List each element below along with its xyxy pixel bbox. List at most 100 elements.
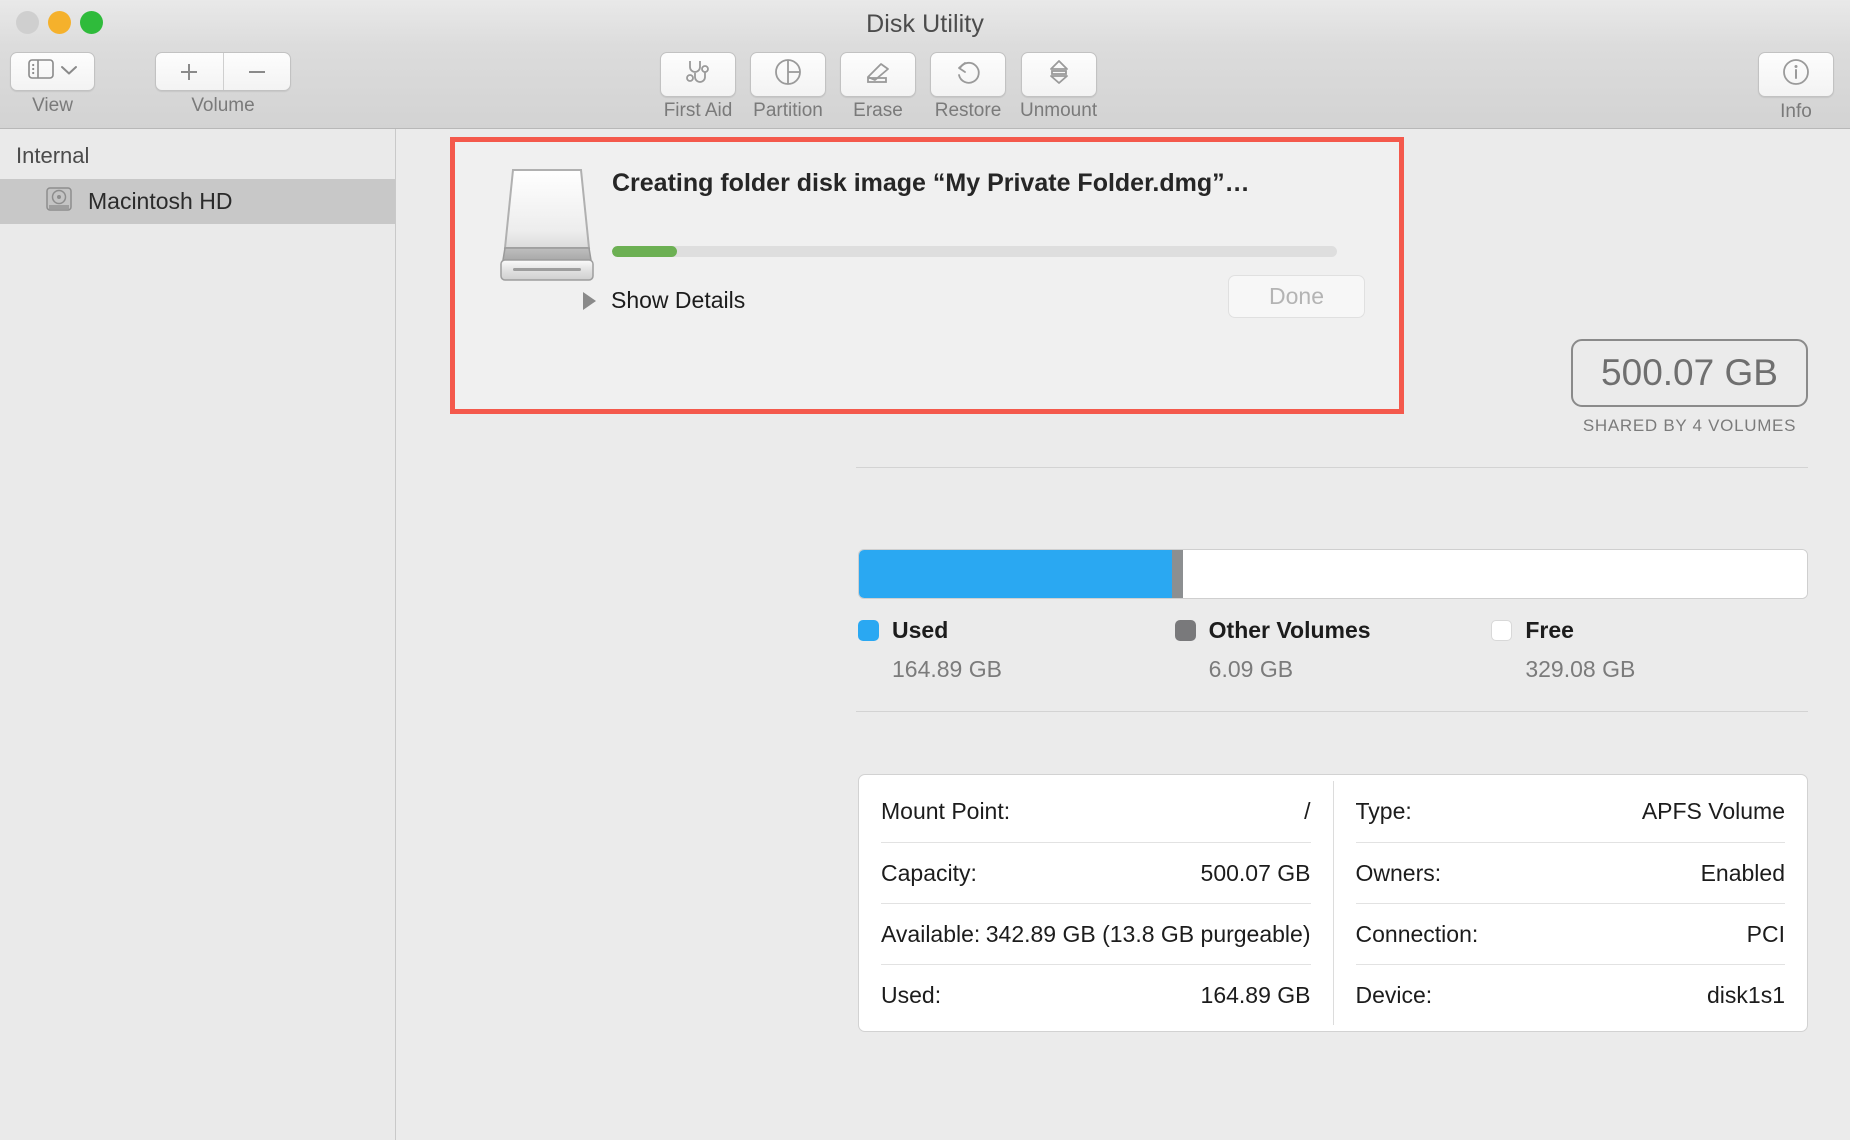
tool-partition[interactable]: Partition [750,52,826,120]
capacity-summary: 500.07 GB SHARED BY 4 VOLUMES [1571,339,1808,436]
table-row: Connection: PCI [1355,903,1785,964]
legend-item-other-volumes: Other Volumes 6.09 GB [1174,617,1492,683]
table-row: Mount Point: / [881,781,1311,842]
sidebar-section-internal: Internal [16,143,90,168]
sidebar: Internal Macintosh HD [0,129,396,1140]
remove-volume-button[interactable] [222,53,291,90]
title-bar: Disk Utility [0,0,1850,46]
toolbar-tools: First Aid Partition Erase Restore Unmoun… [660,52,1097,120]
info-key: Device: [1355,981,1433,1008]
erase-button[interactable] [840,52,916,97]
info-key: Type: [1355,798,1412,824]
restore-label: Restore [934,100,1002,121]
tool-first-aid[interactable]: First Aid [660,52,736,120]
info-key: Owners: [1355,859,1442,886]
partition-button[interactable] [750,52,826,97]
info-value: APFS Volume [1641,798,1785,824]
info-key: Available: [881,920,981,947]
volume-segmented-control [155,52,291,91]
info-value: 342.89 GB (13.8 GB purgeable) [985,920,1311,947]
progress-dialog: Creating folder disk image “My Private F… [450,137,1404,414]
info-value: disk1s1 [1707,981,1785,1008]
divider-top [856,467,1808,468]
restore-arrow-icon [953,57,983,92]
info-column-right: Type: APFS Volume Owners: Enabled Connec… [1334,781,1808,1025]
page-title: Disk Utility [866,10,984,38]
legend-swatch-free [1491,620,1513,641]
partition-label: Partition [753,100,823,121]
eject-icon [1044,57,1074,92]
table-row: Owners: Enabled [1355,842,1785,903]
table-row: Device: disk1s1 [1355,964,1785,1025]
eraser-icon [863,57,893,92]
legend-value-used: 164.89 GB [892,656,1002,682]
view-button[interactable] [10,52,95,91]
table-row: Type: APFS Volume [1356,781,1786,842]
tool-erase[interactable]: Erase [840,52,916,120]
tool-unmount[interactable]: Unmount [1020,52,1097,120]
info-key: Connection: [1355,920,1479,947]
legend-value-other-volumes: 6.09 GB [1208,656,1294,682]
first-aid-button[interactable] [660,52,736,97]
legend-swatch-other-volumes [1174,620,1196,641]
restore-button[interactable] [930,52,1006,97]
storage-segment-used [859,550,1172,598]
storage-bar [858,549,1808,599]
info-key: Used: [881,981,942,1008]
view-label: View [32,95,73,116]
progress-bar [612,246,1337,257]
unmount-label: Unmount [1020,100,1098,121]
add-volume-button[interactable] [156,53,223,90]
stethoscope-icon [683,57,713,92]
info-column-left: Mount Point: / Capacity: 500.07 GB Avail… [859,781,1334,1025]
volume-info-card: Mount Point: / Capacity: 500.07 GB Avail… [858,774,1808,1032]
storage-legend: Used 164.89 GB Other Volumes 6.09 GB Fre… [858,617,1808,683]
done-button[interactable]: Done [1228,275,1365,318]
info-key: Mount Point: [881,798,1011,824]
table-row: Available: 342.89 GB (13.8 GB purgeable) [881,903,1311,964]
disk-image-icon [495,162,599,289]
disclosure-triangle-icon [583,291,596,310]
info-value: 164.89 GB [1200,981,1311,1008]
legend-label-used: Used [892,617,949,643]
storage-segment-other-volumes [1171,550,1184,598]
table-row: Used: 164.89 GB [881,964,1311,1025]
hard-drive-icon [44,184,74,219]
legend-value-free: 329.08 GB [1525,656,1636,682]
legend-label-other-volumes: Other Volumes [1208,617,1371,643]
show-details-label: Show Details [611,287,746,313]
table-row: Capacity: 500.07 GB [881,842,1311,903]
view-group: View [10,52,95,115]
divider-bottom [856,711,1808,712]
volume-label: Volume [191,95,255,116]
legend-item-used: Used 164.89 GB [858,617,1175,683]
disk-utility-window: Disk Utility View Volume First Aid Parti… [0,0,1850,1140]
info-button[interactable] [1758,52,1834,97]
info-value: Enabled [1700,859,1785,886]
info-circle-icon [1781,57,1811,92]
info-key: Capacity: [881,859,977,886]
info-value: 500.07 GB [1200,859,1311,886]
capacity-subtitle: SHARED BY 4 VOLUMES [1582,416,1797,435]
legend-item-free: Free 329.08 GB [1491,617,1808,683]
volume-group: Volume [155,52,291,115]
info-label: Info [1780,101,1812,122]
dialog-title: Creating folder disk image “My Private F… [612,169,1250,197]
erase-label: Erase [853,100,903,121]
toolbar: View Volume First Aid Partition Erase Re… [0,46,1850,129]
capacity-total: 500.07 GB [1571,339,1808,407]
pie-chart-icon [773,57,803,92]
show-details-toggle[interactable]: Show Details [583,287,745,314]
chevron-down-icon [60,63,78,81]
unmount-button[interactable] [1020,52,1097,97]
info-group: Info [1758,52,1834,121]
sidebar-icon [27,59,54,84]
info-value: PCI [1746,920,1785,947]
info-value: / [1304,798,1311,824]
sidebar-item-macintosh-hd[interactable]: Macintosh HD [0,179,395,224]
progress-bar-fill [612,246,678,257]
sidebar-item-label: Macintosh HD [88,188,233,214]
tool-restore[interactable]: Restore [930,52,1006,120]
storage-segment-free [1183,550,1807,598]
legend-label-free: Free [1525,617,1574,643]
